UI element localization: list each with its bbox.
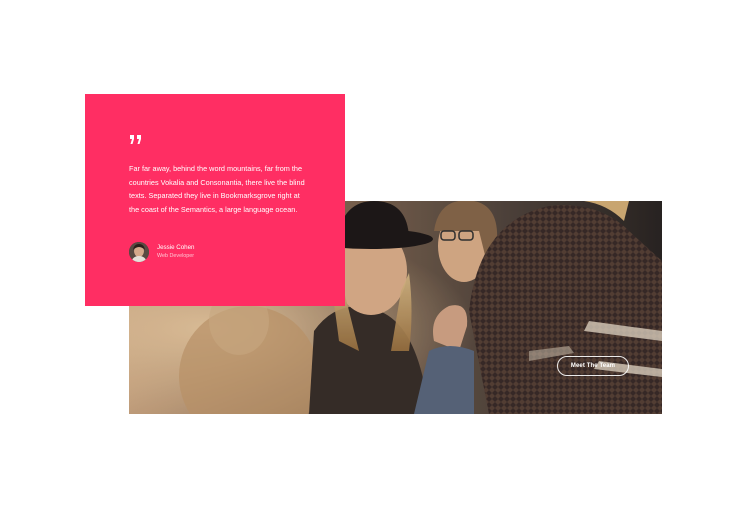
avatar [129, 242, 149, 262]
testimonial-quote: Far far away, behind the word mountains,… [129, 164, 305, 215]
testimonial-author: Jessie Cohen Web Developer [129, 242, 195, 262]
testimonial-section: Meet The Team Far far away, behind the w… [0, 0, 750, 505]
quote-icon [130, 135, 141, 144]
author-name: Jessie Cohen [157, 244, 195, 251]
testimonial-card: Far far away, behind the word mountains,… [85, 94, 345, 306]
meet-the-team-button[interactable]: Meet The Team [557, 356, 629, 376]
author-role: Web Developer [157, 253, 195, 259]
